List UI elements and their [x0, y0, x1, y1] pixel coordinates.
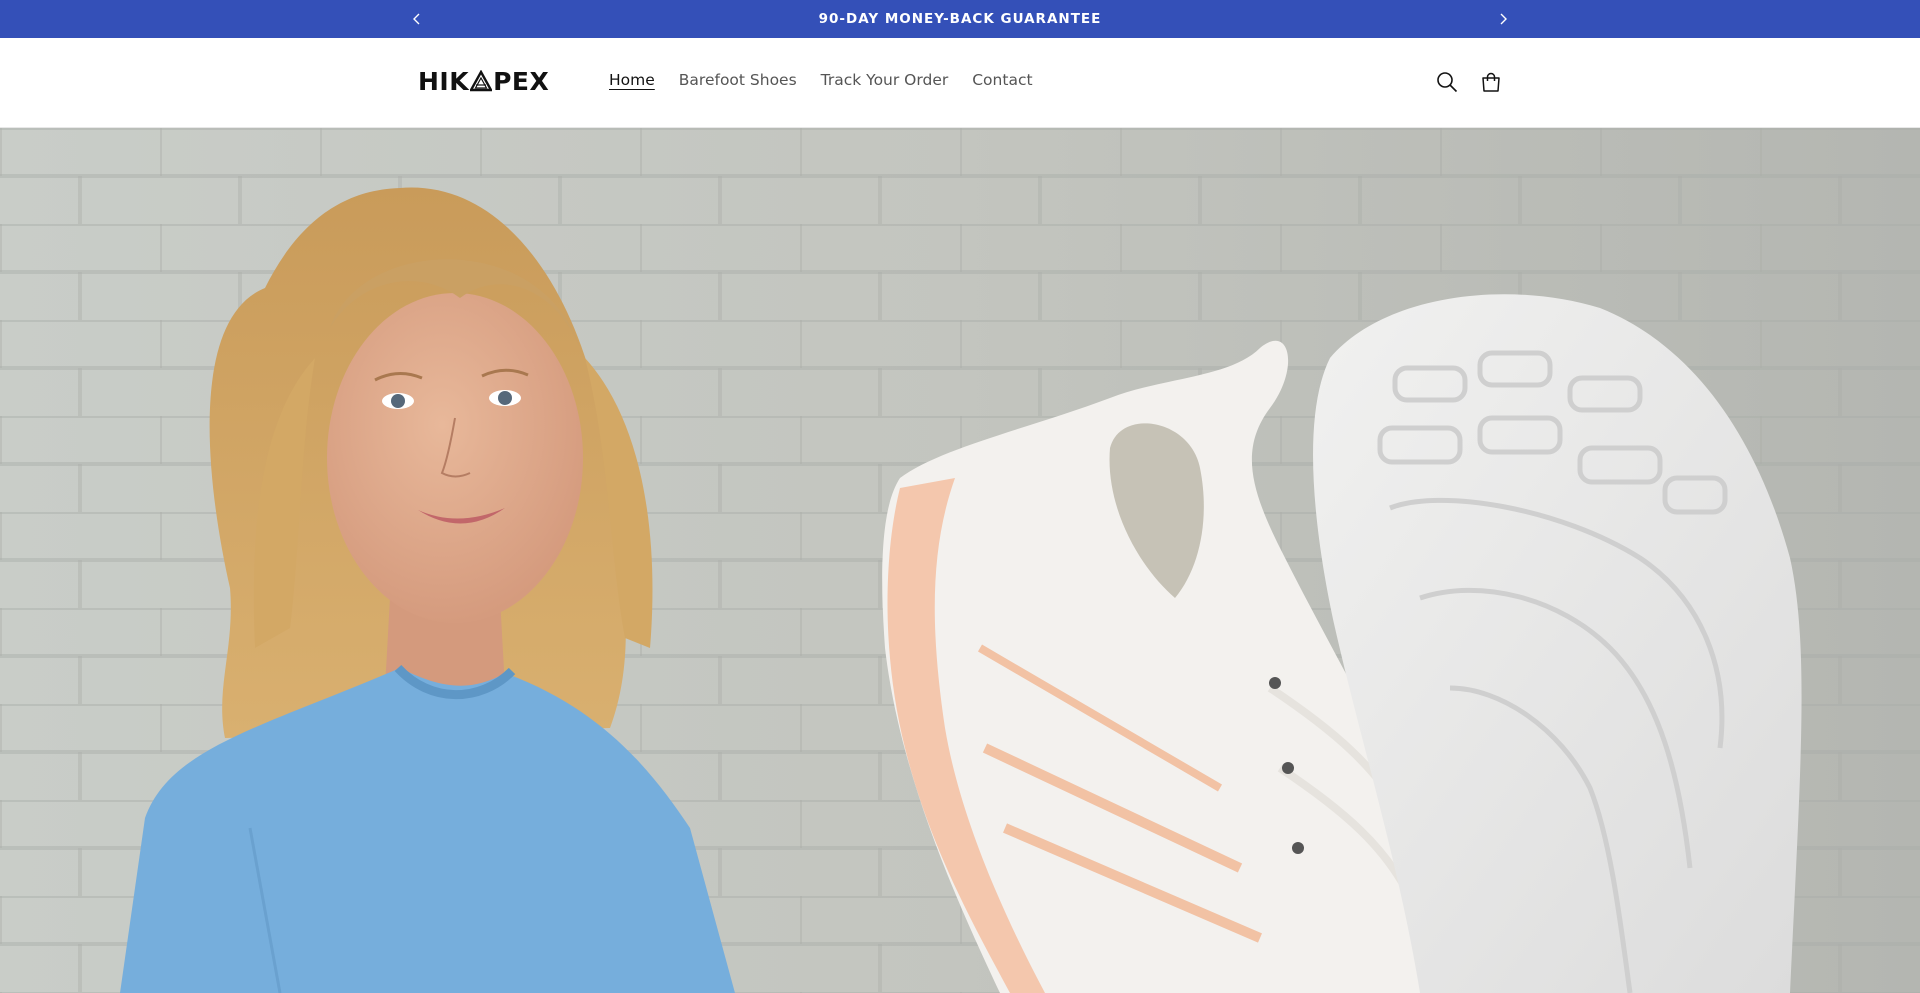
site-header: HIK PEX Home Barefoot Shoes Track Your O…	[0, 38, 1920, 128]
cart-button[interactable]	[1478, 69, 1504, 95]
nav-contact[interactable]: Contact	[972, 71, 1032, 89]
mountain-logo-icon	[470, 70, 493, 92]
search-icon	[1437, 72, 1458, 93]
main-nav: Home Barefoot Shoes Track Your Order Con…	[609, 71, 1057, 89]
nav-home[interactable]: Home	[609, 71, 655, 89]
hero-banner[interactable]	[0, 128, 1920, 993]
chevron-right-icon	[1500, 13, 1507, 25]
announcement-next-button[interactable]	[1493, 9, 1513, 29]
cart-icon	[1482, 72, 1500, 92]
logo[interactable]: HIK PEX	[418, 65, 558, 97]
search-button[interactable]	[1434, 69, 1460, 95]
nav-barefoot-shoes[interactable]: Barefoot Shoes	[679, 71, 797, 89]
logo-text-right: PEX	[493, 66, 550, 96]
logo-text-left: HIK	[418, 66, 470, 96]
nav-track-your-order[interactable]: Track Your Order	[821, 71, 949, 89]
announcement-bar: 90-DAY MONEY-BACK GUARANTEE	[0, 0, 1920, 38]
hero-image	[0, 128, 1920, 993]
announcement-message: 90-DAY MONEY-BACK GUARANTEE	[818, 11, 1102, 27]
